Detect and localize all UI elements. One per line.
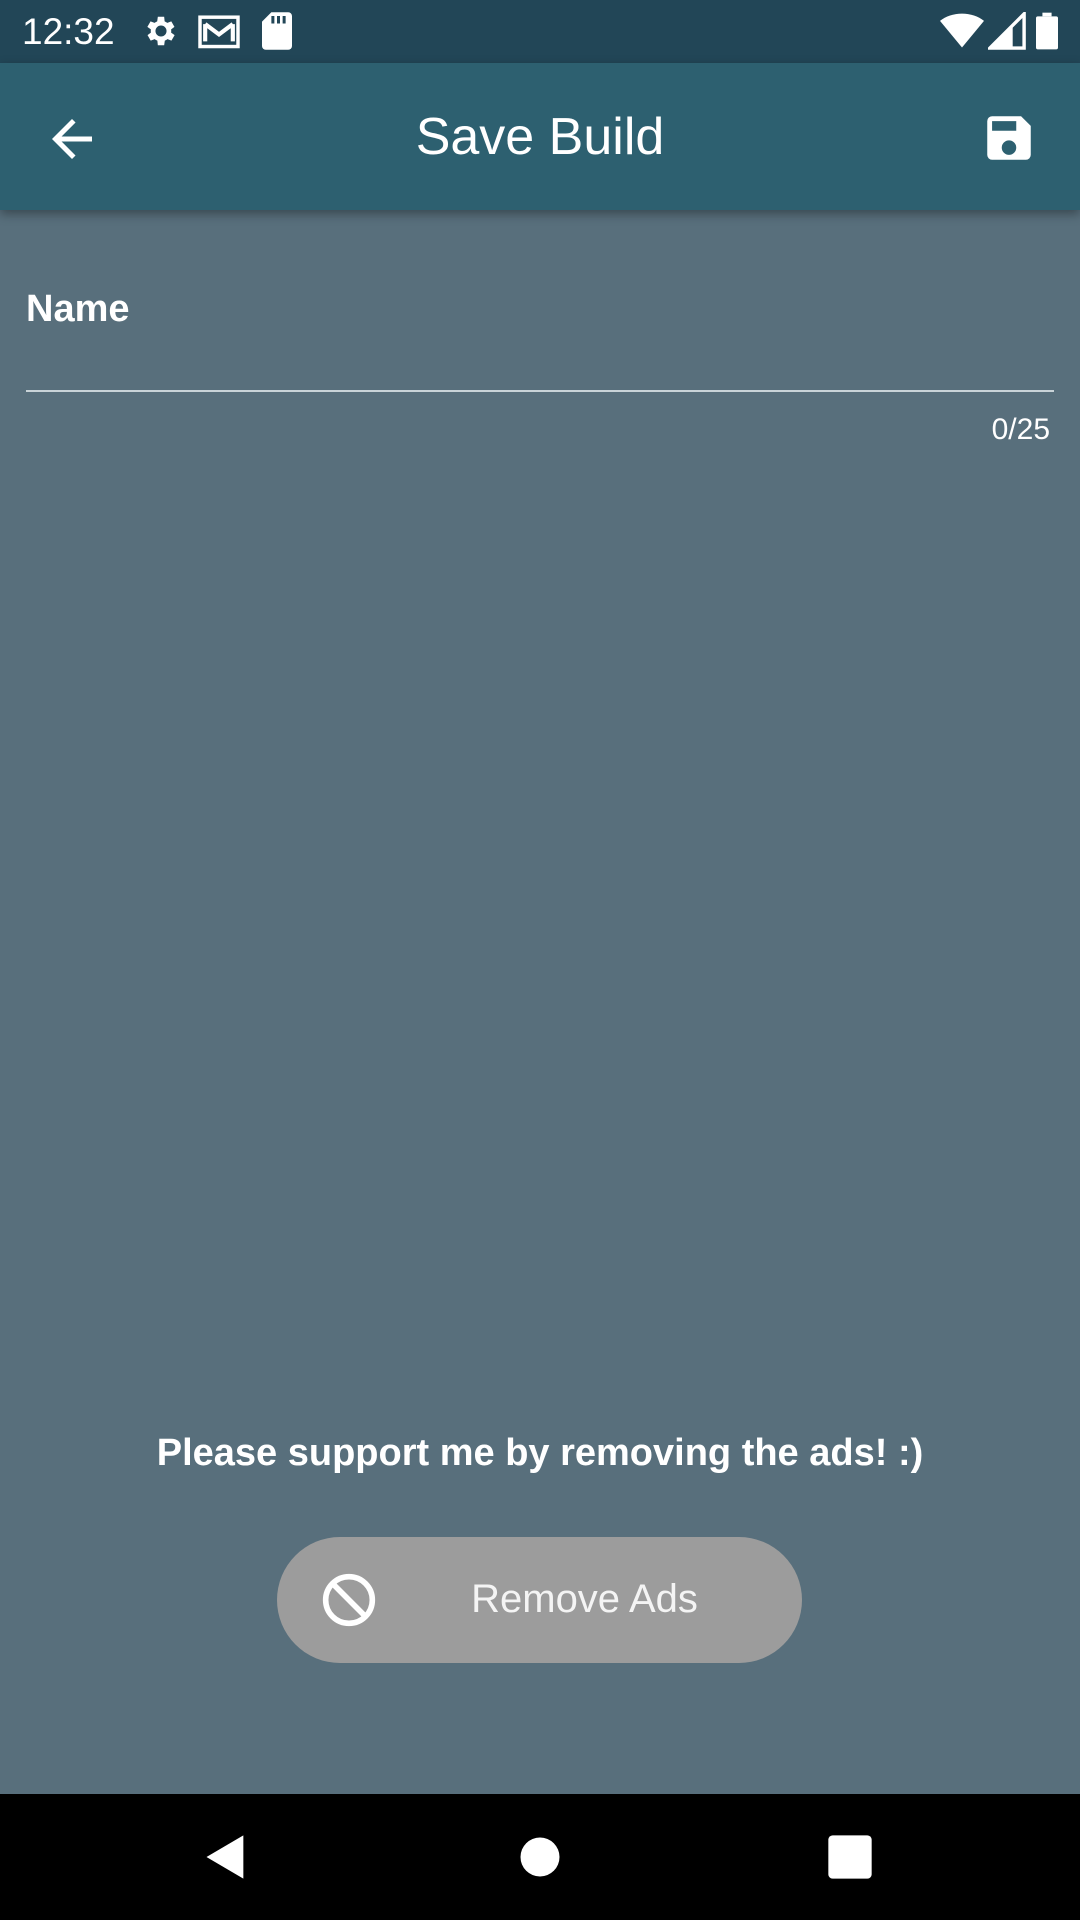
signal-icon [988, 12, 1026, 50]
remove-ads-label: Remove Ads [471, 1577, 698, 1621]
nav-home-icon[interactable] [514, 1831, 566, 1883]
name-label: Name [26, 288, 130, 330]
support-message: Please support me by removing the ads! :… [156, 1432, 924, 1474]
nav-back-icon[interactable] [200, 1831, 252, 1883]
character-counter: 0/25 [991, 413, 1050, 446]
name-field[interactable] [26, 340, 1054, 392]
navigation-bar [0, 1794, 1080, 1920]
status-bar: 12:32 [0, 0, 1080, 63]
app-bar: Save Build [0, 63, 1080, 210]
nav-recents-icon[interactable] [824, 1831, 876, 1883]
gmail-icon [198, 15, 240, 49]
battery-icon [1036, 12, 1058, 50]
save-button[interactable] [980, 109, 1038, 167]
page-title: Save Build [415, 108, 665, 166]
floppy-disk-icon [987, 116, 1031, 160]
sd-card-icon [262, 12, 292, 50]
wifi-icon [940, 13, 984, 48]
gear-icon [147, 16, 175, 46]
remove-ads-button[interactable]: Remove Ads [277, 1537, 802, 1663]
status-time: 12:32 [22, 11, 115, 52]
